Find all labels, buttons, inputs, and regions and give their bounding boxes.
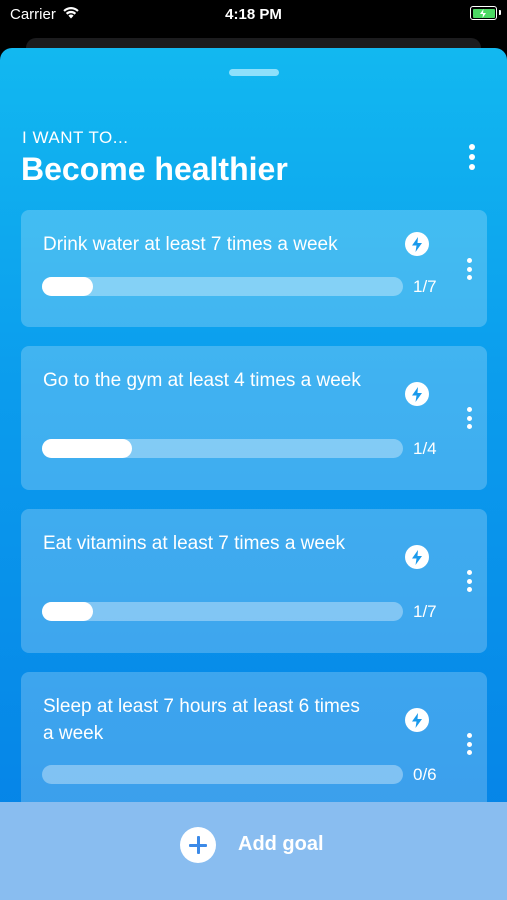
- goal-more-icon[interactable]: [464, 733, 474, 755]
- add-goal-button[interactable]: Add goal: [0, 802, 507, 900]
- goal-title: Sleep at least 7 hours at least 6 times …: [43, 696, 360, 744]
- progress-bar-fill: [42, 602, 94, 621]
- bolt-icon[interactable]: [405, 545, 429, 569]
- plus-icon: [180, 827, 216, 863]
- progress-label: 1/4: [413, 439, 437, 458]
- goal-sheet: I WANT TO... Become healthier Drink wate…: [0, 48, 507, 900]
- more-options-icon[interactable]: [462, 142, 482, 172]
- bolt-icon[interactable]: [405, 708, 429, 732]
- add-goal-label: Add goal: [238, 833, 324, 855]
- progress-bar-fill: [42, 439, 133, 458]
- goal-more-icon[interactable]: [464, 407, 474, 429]
- goal-more-icon[interactable]: [464, 570, 474, 592]
- battery-icon: [470, 6, 501, 20]
- goal-more-icon[interactable]: [464, 258, 474, 280]
- bolt-icon[interactable]: [405, 232, 429, 256]
- sheet-grabber[interactable]: [229, 69, 279, 76]
- progress-label: 0/6: [413, 765, 437, 784]
- progress-bar-fill: [42, 277, 94, 296]
- page-title: Become healthier: [21, 151, 288, 187]
- goal-card[interactable]: Sleep at least 7 hours at least 6 times …: [21, 672, 487, 816]
- progress-bar: [42, 765, 403, 784]
- progress-bar: [42, 602, 403, 621]
- progress-bar: [42, 277, 403, 296]
- goal-title: Go to the gym at least 4 times a week: [43, 370, 361, 391]
- goal-title: Drink water at least 7 times a week: [43, 234, 338, 255]
- goal-card[interactable]: Drink water at least 7 times a week 1/7: [21, 210, 487, 327]
- goal-title: Eat vitamins at least 7 times a week: [43, 533, 346, 554]
- goal-card[interactable]: Eat vitamins at least 7 times a week 1/7: [21, 509, 487, 653]
- progress-label: 1/7: [413, 277, 437, 296]
- status-time: 4:18 PM: [225, 6, 282, 23]
- progress-bar: [42, 439, 403, 458]
- progress-label: 1/7: [413, 602, 437, 621]
- goal-card[interactable]: Go to the gym at least 4 times a week 1/…: [21, 346, 487, 490]
- status-bar: Carrier 4:18 PM: [0, 0, 507, 30]
- bolt-icon[interactable]: [405, 382, 429, 406]
- eyebrow-label: I WANT TO...: [22, 128, 129, 147]
